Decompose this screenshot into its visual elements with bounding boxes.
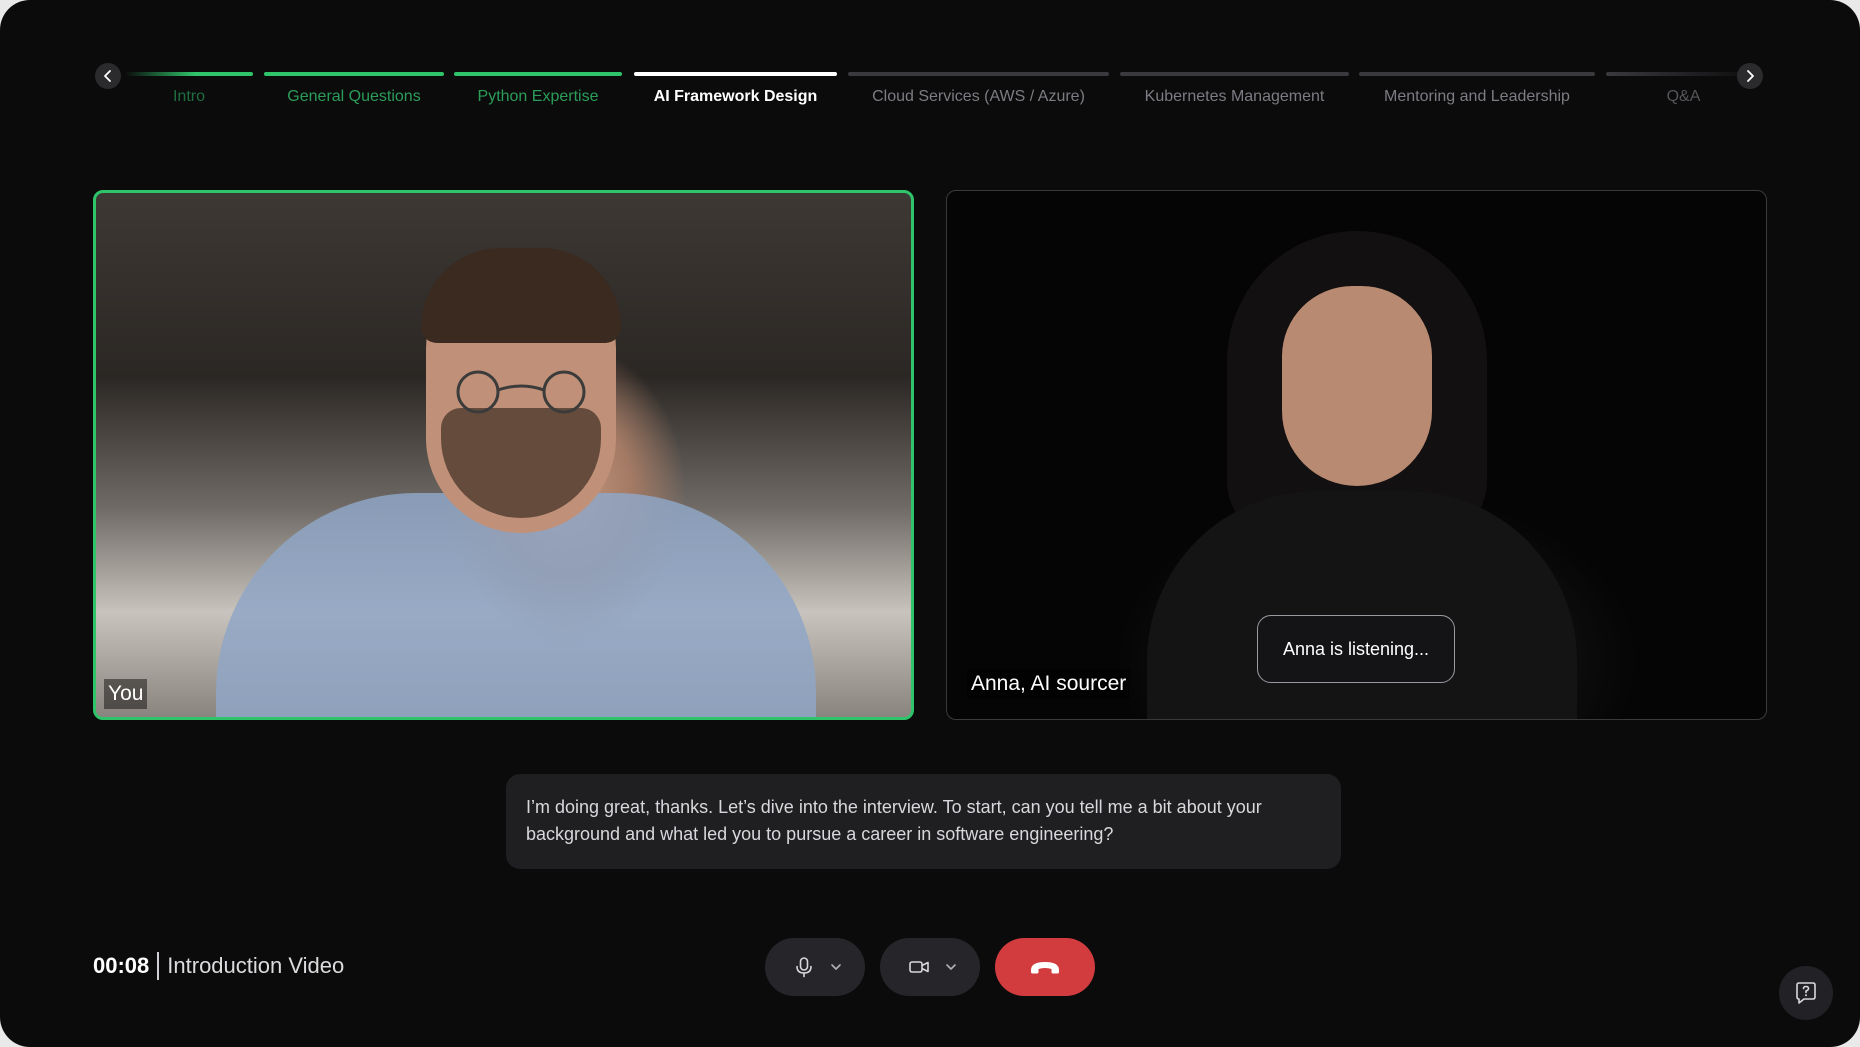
- interviewer-video-feed: [1147, 491, 1577, 719]
- interview-stepper: Intro General Questions Python Expertise…: [0, 72, 1860, 112]
- help-button[interactable]: [1779, 966, 1833, 1020]
- glasses-icon: [456, 370, 586, 414]
- interviewer-status-badge: Anna is listening...: [1257, 615, 1455, 683]
- step-label: Mentoring and Leadership: [1384, 88, 1570, 105]
- step-progress-bar: [848, 72, 1109, 76]
- step-progress-bar: [1359, 72, 1595, 76]
- self-video-hair: [421, 248, 621, 343]
- step-label: AI Framework Design: [653, 88, 818, 105]
- step-cloud-services[interactable]: Cloud Services (AWS / Azure): [848, 72, 1109, 112]
- step-kubernetes-management[interactable]: Kubernetes Management: [1120, 72, 1349, 112]
- step-general-questions[interactable]: General Questions: [264, 72, 444, 112]
- self-video-tile[interactable]: You: [93, 190, 914, 720]
- step-python-expertise[interactable]: Python Expertise: [454, 72, 622, 112]
- interviewer-name-tag: Anna, AI sourcer: [967, 669, 1131, 699]
- interviewer-video-tile[interactable]: Anna is listening... Anna, AI sourcer: [946, 190, 1767, 720]
- chevron-down-icon[interactable]: [944, 960, 958, 974]
- step-label: General Questions: [287, 88, 421, 105]
- end-call-button[interactable]: [995, 938, 1095, 996]
- step-ai-framework-design[interactable]: AI Framework Design: [634, 72, 837, 112]
- chevron-right-icon: [1747, 70, 1754, 82]
- session-title: Introduction Video: [167, 953, 345, 978]
- step-label: Q&A: [1666, 88, 1701, 105]
- step-label: Kubernetes Management: [1144, 88, 1325, 105]
- step-progress-bar: [634, 72, 837, 76]
- elapsed-time: 00:08: [93, 953, 150, 978]
- help-chat-icon: [1796, 982, 1816, 1004]
- interview-screen: Intro General Questions Python Expertise…: [0, 0, 1860, 1047]
- step-progress-bar: [125, 72, 253, 76]
- step-label: Cloud Services (AWS / Azure): [872, 88, 1085, 105]
- timer-divider: [157, 952, 160, 980]
- self-name-tag: You: [104, 679, 148, 709]
- camera-button[interactable]: [880, 938, 980, 996]
- step-mentoring-and-leadership[interactable]: Mentoring and Leadership: [1359, 72, 1595, 112]
- interviewer-video-face: [1282, 286, 1432, 486]
- hang-up-icon: [1031, 962, 1059, 974]
- video-camera-icon: [909, 961, 929, 973]
- microphone-button[interactable]: [765, 938, 865, 996]
- step-label: Python Expertise: [477, 88, 599, 105]
- session-timer: 00:08 Introduction Video: [93, 952, 344, 980]
- microphone-icon: [796, 957, 812, 978]
- chevron-down-icon[interactable]: [829, 960, 843, 974]
- step-progress-bar: [454, 72, 622, 76]
- step-progress-bar: [1120, 72, 1349, 76]
- step-intro[interactable]: Intro: [125, 72, 253, 112]
- stepper-next-button[interactable]: [1737, 63, 1763, 89]
- step-progress-bar: [264, 72, 444, 76]
- transcript-caption: I’m doing great, thanks. Let’s dive into…: [506, 774, 1341, 869]
